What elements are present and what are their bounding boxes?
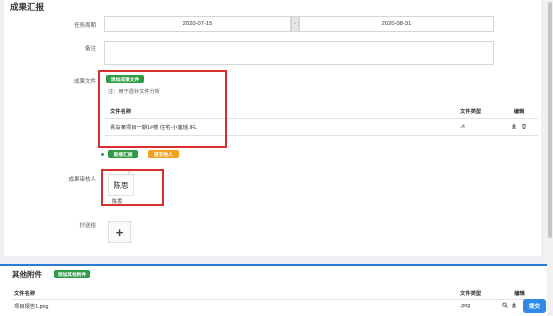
period-label: 任务周期 <box>73 23 96 29</box>
add-cc-button[interactable]: + <box>108 221 131 243</box>
start-date-input[interactable]: 2020-07-15 <box>104 16 291 32</box>
submit-to-review-button[interactable]: 直接汇报 <box>108 150 138 158</box>
edit-cell <box>500 118 538 136</box>
column-header: 文件类型 <box>454 104 500 119</box>
date-separator: - <box>291 16 299 32</box>
column-header: 编辑 <box>500 104 538 119</box>
table-header-row: 文件名称 文件类型 编辑 <box>12 287 537 300</box>
file-name-cell: 项目报告1.png <box>14 304 49 311</box>
highlight-result-files <box>98 70 227 148</box>
download-icon[interactable] <box>511 123 517 131</box>
column-header: 文件名称 <box>12 287 458 300</box>
highlight-reviewer <box>101 169 164 206</box>
trash-icon[interactable] <box>521 123 527 131</box>
table-row: 项目报告1.png .png <box>12 299 537 313</box>
add-attachment-button[interactable]: 添加其他附件 <box>54 270 90 278</box>
report-panel: 成果汇报 任务周期 2020-07-15 - 2020-08-31 备注 成果文… <box>4 0 541 256</box>
download-icon[interactable] <box>511 302 517 310</box>
attachments-section: 其他附件 添加其他附件 文件名称 文件类型 编辑 项目报告1.png .png <box>0 264 553 316</box>
file-type-cell: .png <box>460 303 471 310</box>
file-type-cell: .rt <box>454 118 500 136</box>
remark-textarea[interactable] <box>104 41 494 65</box>
reviewer-label: 成果审核人 <box>68 177 96 183</box>
radio-dot-icon <box>101 153 104 156</box>
submit-to-person-button[interactable]: 提交他人 <box>148 150 179 158</box>
scrollbar-thumb[interactable] <box>548 2 552 238</box>
cc-label: 抄送给 <box>79 223 96 229</box>
attachments-table: 文件名称 文件类型 编辑 项目报告1.png .png <box>12 287 537 313</box>
remark-label: 备注 <box>84 46 96 52</box>
search-icon[interactable] <box>502 302 508 310</box>
submit-button[interactable]: 提交 <box>523 299 546 313</box>
attachments-title: 其他附件 <box>12 270 42 279</box>
column-header: 编辑 <box>500 287 537 300</box>
result-file-label: 成果文件 <box>73 79 96 85</box>
column-header: 文件类型 <box>458 287 500 300</box>
page-title: 成果汇报 <box>10 2 45 12</box>
end-date-input[interactable]: 2020-08-31 <box>299 16 494 32</box>
